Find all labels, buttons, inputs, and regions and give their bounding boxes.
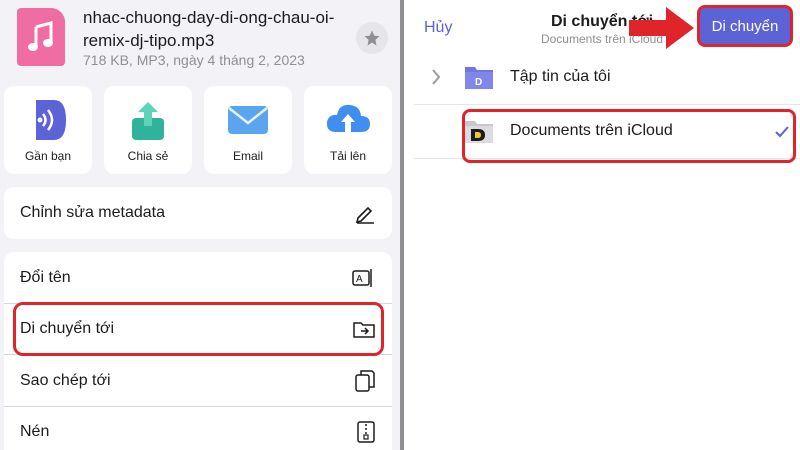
file-meta: 718 KB, MP3, ngày 4 tháng 2, 2023 (83, 52, 305, 68)
picker-nav-bar: Hủy Di chuyển tới Documents trên iCloud … (404, 0, 800, 56)
star-icon (364, 30, 380, 46)
highlight-icloud-documents (462, 109, 796, 163)
zip-icon (357, 421, 375, 443)
move-button[interactable]: Di chuyển (697, 5, 793, 47)
action-label: Gần bạn (24, 149, 72, 163)
file-actions-pane: nhac-chuong-day-di-ong-chau-oi-remix-dj-… (0, 0, 400, 450)
share-button[interactable]: Chia sẻ (104, 86, 192, 174)
favorite-button[interactable] (356, 22, 388, 54)
quick-actions: Gần bạn Chia sẻ Email Tải lên (4, 86, 396, 174)
file-header: nhac-chuong-day-di-ong-chau-oi-remix-dj-… (0, 0, 400, 80)
upload-button[interactable]: Tải lên (304, 86, 392, 174)
menu-item-rename[interactable]: Đổi tên A (4, 252, 392, 303)
menu-item-label: Nén (20, 423, 50, 440)
folder-label: Tập tin của tôi (510, 68, 611, 85)
svg-text:A: A (356, 274, 363, 285)
svg-text:D: D (475, 77, 482, 88)
email-button[interactable]: Email (204, 86, 292, 174)
copy-icon (355, 369, 375, 392)
move-picker-pane: Hủy Di chuyển tới Documents trên iCloud … (404, 0, 800, 450)
share-icon (132, 102, 164, 140)
mail-icon (228, 106, 268, 134)
chevron-right-icon[interactable] (430, 68, 442, 86)
menu-item-label: Đổi tên (20, 268, 71, 286)
file-name: nhac-chuong-day-di-ong-chau-oi-remix-dj-… (83, 8, 335, 50)
menu-item-compress[interactable]: Nén (4, 407, 392, 450)
action-label: Tải lên (329, 149, 367, 163)
folder-icon: D (465, 67, 493, 89)
cloud-upload-icon (326, 104, 370, 138)
menu-item-label: Chỉnh sửa metadata (20, 204, 166, 221)
rename-icon: A (352, 268, 372, 287)
airdrop-button[interactable]: Gần bạn (4, 86, 92, 174)
action-label: Email (232, 149, 263, 163)
menu-item-label: Sao chép tới (20, 371, 111, 389)
arrow-pointer-icon (629, 7, 694, 49)
music-note-icon (28, 21, 53, 51)
menu-item-edit-metadata[interactable]: Chỉnh sửa metadata (4, 187, 392, 239)
airdrop-icon (36, 100, 66, 140)
list-separator (414, 104, 800, 105)
action-label: Chia sẻ (127, 149, 169, 163)
highlight-move-to (13, 302, 384, 356)
folder-row-my-files[interactable]: D Tập tin của tôi (404, 52, 800, 104)
menu-item-copy-to[interactable]: Sao chép tới (4, 355, 392, 406)
edit-icon (355, 206, 374, 224)
file-thumbnail (17, 8, 65, 66)
